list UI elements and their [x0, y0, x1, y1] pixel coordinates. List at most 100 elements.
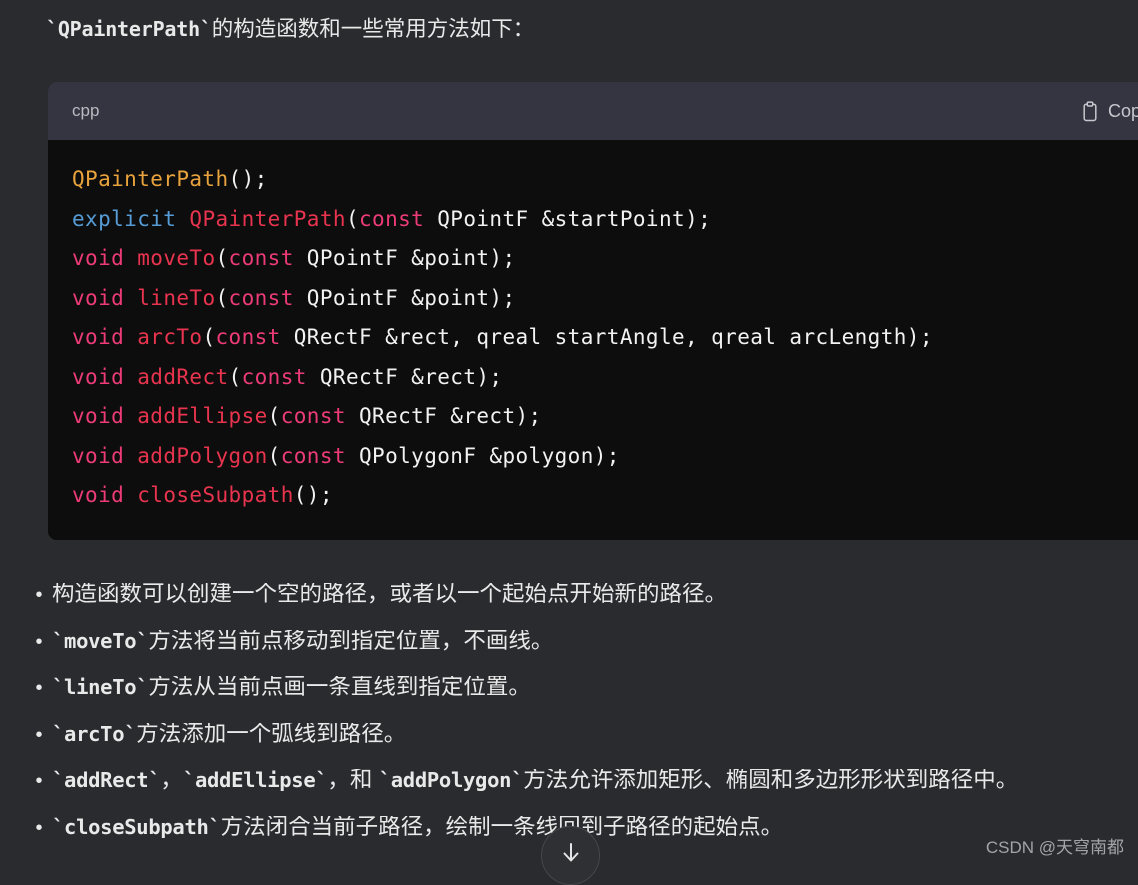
code-token: QPainterPath — [72, 167, 229, 191]
scroll-to-bottom-button[interactable] — [541, 826, 600, 885]
code-token: ( — [215, 246, 229, 270]
code-token: const — [241, 364, 307, 389]
code-token: void — [72, 325, 125, 349]
inline-code: `lineTo` — [52, 676, 149, 699]
plain-text: ， — [160, 769, 183, 792]
code-line: void addPolygon(const QPolygonF &polygon… — [72, 437, 1138, 477]
bullet-marker-icon: • — [35, 630, 43, 653]
code-token: void — [72, 404, 125, 428]
code-token: QPointF &point); — [293, 285, 516, 310]
code-token: ( — [202, 325, 216, 349]
code-line: void closeSubpath(); — [72, 476, 1138, 516]
inline-code-qpainterpath: `QPainterPath` — [46, 17, 212, 41]
plain-text: 方法允许添加矩形、椭圆和多边形形状到路径中。 — [523, 769, 1019, 792]
bullet-marker-icon: • — [35, 770, 43, 792]
code-token: const — [280, 443, 346, 468]
code-block: cpp Copy co QPainterPath();explicit QPai… — [48, 82, 1138, 540]
list-item-text: `moveTo`方法将当前点移动到指定位置，不画线。 — [52, 630, 553, 653]
plain-text: ，和 — [327, 769, 379, 792]
inline-code: `moveTo` — [52, 629, 149, 653]
code-token: lineTo — [137, 285, 216, 310]
code-token: (); — [293, 483, 333, 507]
inline-code: `addRect` — [52, 769, 161, 792]
code-token: (); — [228, 167, 268, 191]
code-token: addRect — [137, 364, 229, 389]
code-token: QRectF &rect, qreal startAngle, qreal ar… — [280, 325, 933, 349]
code-token: ( — [228, 364, 242, 389]
code-token: explicit — [72, 206, 177, 231]
inline-code: `addPolygon` — [378, 769, 524, 792]
code-block-header: cpp Copy co — [48, 82, 1138, 140]
code-token: addPolygon — [137, 443, 268, 468]
code-line: explicit QPainterPath(const QPointF &sta… — [72, 200, 1138, 240]
code-token: void — [72, 483, 125, 507]
code-token: const — [228, 285, 294, 310]
bullet-marker-icon: • — [35, 584, 43, 606]
list-item-text: `arcTo`方法添加一个弧线到路径。 — [52, 723, 406, 746]
copy-code-button[interactable]: Copy co — [1081, 101, 1138, 122]
code-line: void lineTo(const QPointF &point); — [72, 279, 1138, 319]
code-token: ( — [267, 404, 281, 428]
list-item-text: `closeSubpath`方法闭合当前子路径，绘制一条线回到子路径的起始点。 — [52, 816, 783, 839]
bullet-marker-icon: • — [35, 816, 43, 839]
list-item: • 构造函数可以创建一个空的路径，或者以一个起始点开始新的路径。 — [26, 583, 1138, 630]
code-token: void — [72, 246, 125, 270]
code-token: const — [358, 206, 425, 231]
code-token: void — [72, 285, 125, 310]
plain-text: 方法闭合当前子路径，绘制一条线回到子路径的起始点。 — [220, 815, 784, 839]
list-item: • `moveTo`方法将当前点移动到指定位置，不画线。 — [26, 630, 1138, 677]
code-token: const — [228, 246, 294, 270]
code-language-label: cpp — [72, 101, 100, 120]
code-token: ( — [345, 206, 359, 231]
code-token: QRectF &rect); — [345, 404, 542, 428]
code-block-body[interactable]: QPainterPath(); explicit QPainterPath(con… — [48, 140, 1138, 540]
plain-text: 方法添加一个弧线到路径。 — [136, 722, 407, 746]
code-token: QPointF &startPoint); — [424, 206, 712, 231]
plain-text: 构造函数可以创建一个空的路径，或者以一个起始点开始新的路径。 — [52, 583, 728, 606]
code-token: arcTo — [137, 325, 203, 349]
code-token: const — [280, 404, 346, 428]
intro-text: 的构造函数和一些常用方法如下： — [211, 17, 535, 41]
intro-paragraph: `QPainterPath`的构造函数和一些常用方法如下： — [46, 12, 534, 46]
bullet-marker-icon: • — [35, 723, 43, 746]
code-line: void moveTo(const QPointF &point); — [72, 239, 1138, 279]
list-item: • `arcTo`方法添加一个弧线到路径。 — [26, 723, 1138, 770]
plain-text: 方法从当前点画一条直线到指定位置。 — [148, 676, 531, 699]
code-token: QPolygonF &polygon); — [345, 443, 620, 468]
list-item-text: `lineTo`方法从当前点画一条直线到指定位置。 — [52, 676, 531, 699]
code-token: QPointF &point); — [293, 246, 516, 270]
feature-bullet-list: • 构造函数可以创建一个空的路径，或者以一个起始点开始新的路径。 • `moveTo`… — [26, 583, 1138, 862]
code-line: void addRect(const QRectF &rect); — [72, 358, 1138, 398]
list-item-text: `addRect`，`addEllipse`，和 `addPolygon`方法允… — [52, 769, 1018, 792]
list-item: • `lineTo`方法从当前点画一条直线到指定位置。 — [26, 676, 1138, 723]
inline-code: `closeSubpath` — [52, 815, 221, 839]
code-token: const — [215, 325, 281, 349]
plain-text: 方法将当前点移动到指定位置，不画线。 — [148, 629, 554, 653]
code-token: closeSubpath — [137, 483, 294, 507]
copy-code-label: Copy co — [1107, 100, 1138, 121]
code-token: void — [72, 443, 125, 468]
bullet-marker-icon: • — [35, 677, 43, 699]
code-line: QPainterPath(); — [72, 160, 1138, 200]
code-token: moveTo — [137, 246, 216, 270]
code-token: QPainterPath — [189, 206, 346, 231]
clipboard-icon — [1081, 100, 1099, 122]
watermark: CSDN @天穹南都 — [985, 838, 1124, 857]
inline-code: `arcTo` — [52, 722, 137, 746]
code-line: void arcTo(const QRectF &rect, qreal sta… — [72, 318, 1138, 358]
code-token: QRectF &rect); — [306, 364, 503, 389]
code-token: addEllipse — [137, 404, 268, 428]
list-item: • `addRect`，`addEllipse`，和 `addPolygon`方法… — [26, 769, 1138, 816]
list-item-text: 构造函数可以创建一个空的路径，或者以一个起始点开始新的路径。 — [52, 583, 727, 606]
inline-code: `addEllipse` — [182, 769, 328, 792]
code-token: ( — [215, 285, 229, 310]
code-token: ( — [267, 443, 281, 468]
